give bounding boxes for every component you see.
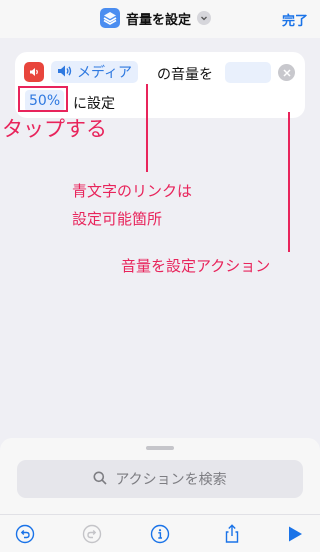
chevron-down-icon	[197, 11, 212, 25]
tap-highlight-box	[18, 86, 68, 112]
play-icon[interactable]	[285, 524, 305, 544]
speaker-icon	[24, 62, 44, 82]
empty-parameter-slot[interactable]	[225, 62, 271, 83]
clear-icon[interactable]	[278, 64, 295, 81]
undo-icon[interactable]	[15, 524, 35, 544]
navigation-bar: 音量を設定 完了	[0, 0, 320, 38]
bottom-toolbar	[0, 514, 320, 552]
info-icon[interactable]	[150, 524, 170, 544]
tap-annotation: タップする	[2, 117, 107, 141]
done-button[interactable]: 完了	[282, 10, 308, 29]
share-icon[interactable]	[222, 524, 242, 544]
shortcut-icon	[100, 8, 120, 28]
annotation-line-link	[146, 84, 148, 172]
link-annotation-line1: 青文字のリンクは	[72, 182, 193, 200]
link-annotation-line2: 設定可能箇所	[72, 210, 163, 228]
media-parameter[interactable]: メディア	[51, 61, 139, 83]
media-parameter-label: メディア	[77, 65, 133, 81]
action-annotation: 音量を設定アクション	[121, 257, 271, 275]
volume-icon	[57, 63, 73, 82]
volume-text: の音量を	[157, 67, 213, 83]
sheet-grabber[interactable]	[146, 446, 174, 450]
title-button[interactable]: 音量を設定	[100, 8, 212, 28]
search-input[interactable]: アクションを検索	[17, 460, 303, 498]
annotation-line-action	[288, 112, 290, 252]
action-search-sheet: アクションを検索	[0, 438, 320, 514]
search-icon	[93, 470, 107, 489]
page-title: 音量を設定	[126, 12, 192, 28]
search-placeholder: アクションを検索	[115, 472, 227, 488]
redo-icon[interactable]	[82, 524, 102, 544]
set-text: に設定	[73, 96, 115, 112]
